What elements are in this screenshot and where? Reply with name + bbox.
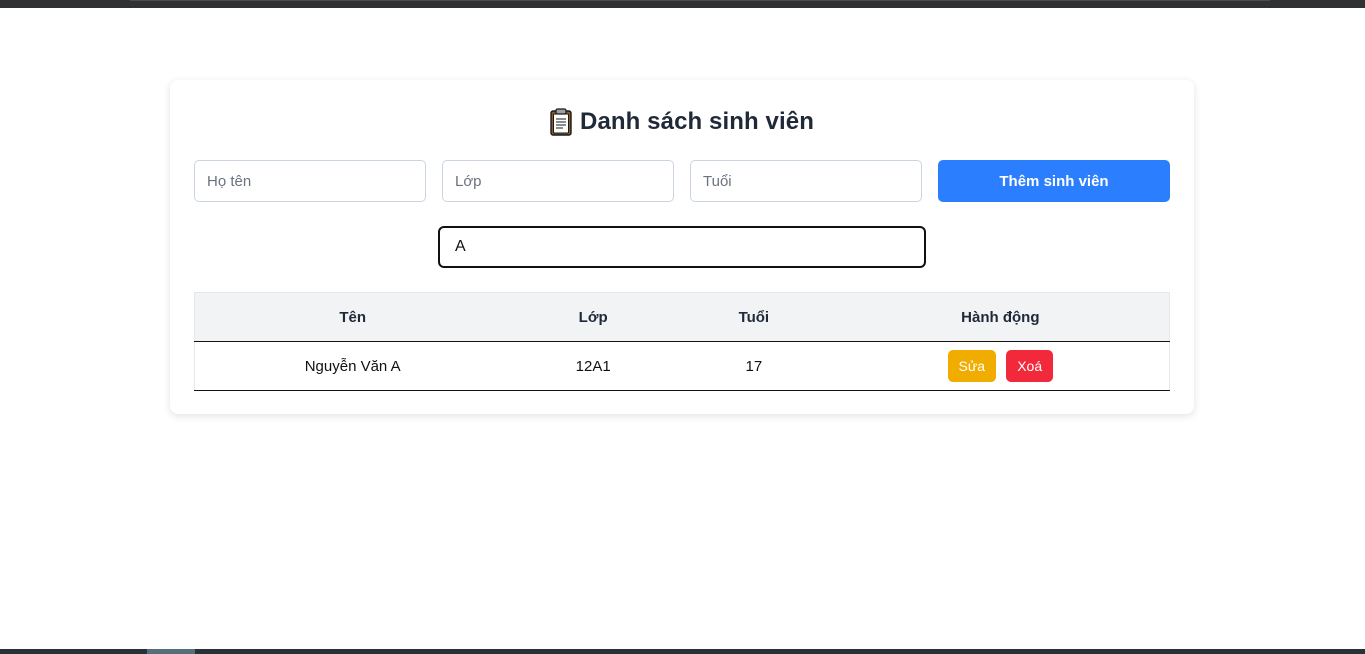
title-row: Danh sách sinh viên <box>170 104 1194 140</box>
window-top-bar <box>0 0 1365 8</box>
table-header-row: Tên Lớp Tuổi Hành động <box>194 292 1170 342</box>
header-class: Lớp <box>510 292 676 342</box>
add-student-form: Thêm sinh viên <box>194 160 1170 202</box>
clipboard-icon <box>550 108 572 136</box>
scrollbar-thumb[interactable] <box>147 649 195 654</box>
table-body: Nguyễn Văn A 12A1 17 Sửa Xoá <box>194 341 1170 391</box>
header-name: Tên <box>194 292 511 342</box>
add-student-button[interactable]: Thêm sinh viên <box>938 160 1170 202</box>
class-input[interactable] <box>442 160 674 202</box>
table-row: Nguyễn Văn A 12A1 17 Sửa Xoá <box>194 341 1170 391</box>
cell-class: 12A1 <box>510 341 676 391</box>
search-input[interactable] <box>438 226 926 268</box>
student-card: Danh sách sinh viên Thêm sinh viên Tên L… <box>170 80 1194 414</box>
table-header: Tên Lớp Tuổi Hành động <box>194 292 1170 342</box>
cell-name: Nguyễn Văn A <box>194 341 511 391</box>
top-bar-highlight <box>130 0 1270 1</box>
delete-button[interactable]: Xoá <box>1006 350 1054 382</box>
window-bottom-bar <box>0 649 1365 654</box>
header-action: Hành động <box>831 292 1170 342</box>
header-age: Tuổi <box>676 292 832 342</box>
cell-actions: Sửa Xoá <box>831 341 1170 391</box>
name-input[interactable] <box>194 160 426 202</box>
page-title: Danh sách sinh viên <box>580 108 814 135</box>
age-input[interactable] <box>690 160 922 202</box>
edit-button[interactable]: Sửa <box>947 350 997 382</box>
cell-age: 17 <box>676 341 832 391</box>
student-table: Tên Lớp Tuổi Hành động Nguyễn Văn A 12A1… <box>194 292 1170 391</box>
